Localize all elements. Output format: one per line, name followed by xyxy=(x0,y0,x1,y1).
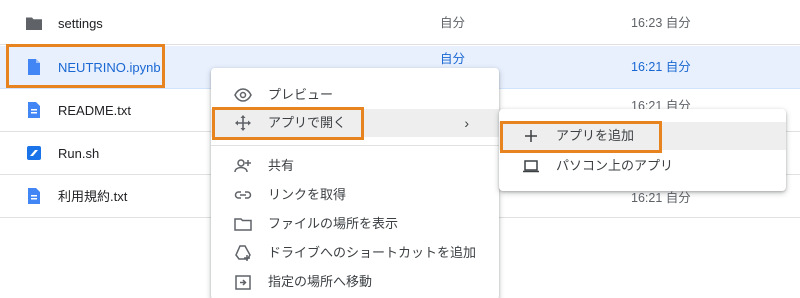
menu-item-share[interactable]: 共有 xyxy=(211,152,499,180)
file-icon xyxy=(25,187,43,205)
menu-divider xyxy=(211,145,499,146)
laptop-icon xyxy=(521,156,541,176)
file-name: settings xyxy=(58,16,103,31)
menu-item-show-location[interactable]: ファイルの場所を表示 xyxy=(211,210,499,238)
folder-outline-icon xyxy=(233,214,253,234)
file-icon xyxy=(25,101,43,119)
submenu-item-add-app[interactable]: アプリを追加 xyxy=(499,122,786,150)
move-to-folder-icon xyxy=(233,272,253,292)
submenu: アプリを追加 パソコン上のアプリ xyxy=(499,109,786,191)
menu-item-add-shortcut[interactable]: ドライブへのショートカットを追加 xyxy=(211,239,499,267)
context-menu: プレビュー アプリで開く › 共有 リンクを取得 ファイルの場所を表示 ドライブ… xyxy=(211,68,499,298)
plus-icon xyxy=(521,126,541,146)
submenu-item-label: パソコン上のアプリ xyxy=(556,158,674,173)
menu-item-label: アプリで開く xyxy=(268,115,347,130)
file-name: Run.sh xyxy=(58,146,100,161)
script-icon xyxy=(25,144,43,162)
file-name: NEUTRINO.ipynb xyxy=(58,60,161,75)
menu-item-get-link[interactable]: リンクを取得 xyxy=(211,181,499,209)
menu-item-move-to[interactable]: 指定の場所へ移動 xyxy=(211,268,499,296)
file-modified: 16:23 自分 xyxy=(631,16,691,30)
file-name: 利用規約.txt xyxy=(58,189,128,204)
menu-item-label: 共有 xyxy=(268,158,295,173)
menu-item-label: ファイルの場所を表示 xyxy=(268,216,399,231)
file-modified: 16:21 自分 xyxy=(631,60,691,74)
submenu-item-computer-apps[interactable]: パソコン上のアプリ xyxy=(499,152,786,180)
menu-item-label: ドライブへのショートカットを追加 xyxy=(268,245,477,260)
chevron-right-icon: › xyxy=(464,115,469,131)
file-icon xyxy=(25,58,43,76)
file-row-settings[interactable]: settings 自分 16:23 自分 xyxy=(0,2,800,45)
move-arrows-icon xyxy=(233,113,253,133)
person-add-icon xyxy=(233,156,253,176)
menu-item-preview[interactable]: プレビュー xyxy=(211,81,499,109)
menu-item-label: プレビュー xyxy=(268,87,334,102)
submenu-item-label: アプリを追加 xyxy=(556,128,635,143)
link-icon xyxy=(233,185,253,205)
menu-item-label: 指定の場所へ移動 xyxy=(268,274,373,289)
menu-item-label: リンクを取得 xyxy=(268,187,347,202)
menu-item-open-with[interactable]: アプリで開く › xyxy=(211,109,499,137)
drive-shortcut-icon xyxy=(233,243,253,263)
folder-icon xyxy=(25,14,43,32)
eye-icon xyxy=(233,85,253,105)
file-name: README.txt xyxy=(58,103,131,118)
